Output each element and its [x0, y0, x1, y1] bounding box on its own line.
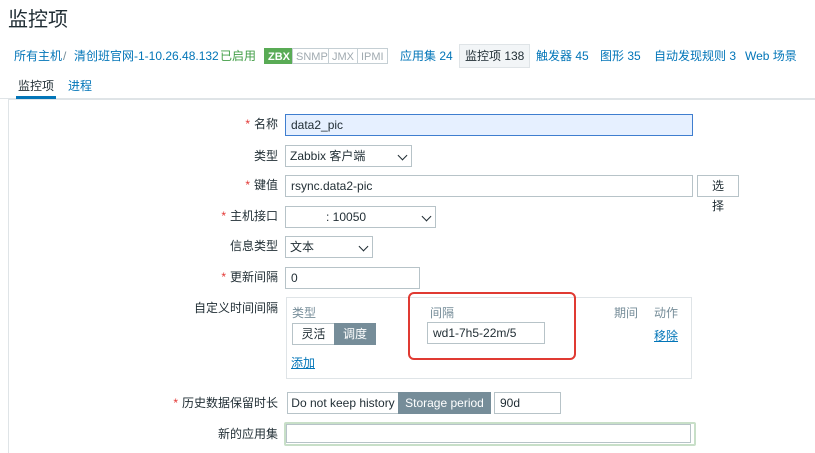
col-period-header: 期间 — [614, 306, 639, 320]
type-flexible-toggle[interactable]: 灵活 — [292, 323, 335, 345]
breadcrumb-separator: / — [63, 49, 67, 63]
interface-label: * 主机接口 — [221, 209, 278, 223]
nav-graphs[interactable]: 图形 35 — [600, 46, 641, 66]
update-interval-input[interactable]: 0 — [285, 267, 420, 289]
name-label: * 名称 — [245, 117, 278, 131]
type-label: 类型 — [253, 149, 278, 163]
history-label: * 历史数据保留时长 — [173, 396, 278, 410]
history-value-input[interactable]: 90d — [494, 392, 561, 414]
type-select-value: Zabbix 客户端 — [290, 149, 366, 163]
select-key-button[interactable]: 选择 — [697, 175, 739, 213]
col-type-header: 类型 — [292, 306, 317, 320]
history-no-keep-toggle[interactable]: Do not keep history — [287, 392, 399, 414]
update-interval-label: * 更新间隔 — [221, 270, 278, 284]
interface-select-value: : 10050 — [326, 210, 367, 224]
nav-items-active[interactable]: 监控项 138 — [459, 44, 531, 68]
col-action-header: 动作 — [654, 306, 679, 320]
info-type-select-value: 文本 — [290, 240, 315, 254]
nav-discovery-rules[interactable]: 自动发现规则 3 — [654, 46, 736, 66]
zbx-badge: ZBX — [264, 48, 294, 64]
new-app-label: 新的应用集 — [217, 427, 278, 441]
host-status-enabled[interactable]: 已启用 — [220, 46, 256, 66]
type-scheduling-toggle[interactable]: 调度 — [334, 323, 376, 345]
add-interval-link[interactable]: 添加 — [291, 354, 315, 371]
jmx-badge: JMX — [328, 48, 358, 64]
chevron-down-icon — [358, 241, 369, 252]
info-type-select[interactable]: 文本 — [285, 236, 373, 258]
name-input[interactable]: data2_pic — [285, 114, 693, 136]
key-label: * 键值 — [245, 178, 278, 192]
annotation-highlight-box — [408, 292, 576, 360]
type-select[interactable]: Zabbix 客户端 — [285, 145, 412, 167]
tab-bar — [0, 70, 815, 99]
key-input[interactable]: rsync.data2-pic — [285, 175, 693, 197]
remove-interval-link[interactable]: 移除 — [654, 327, 678, 344]
nav-triggers[interactable]: 触发器 45 — [536, 46, 589, 66]
page-title: 监控项 — [8, 9, 68, 31]
history-storage-period-toggle[interactable]: Storage period — [398, 392, 491, 414]
ipmi-badge: IPMI — [357, 48, 388, 64]
info-type-label: 信息类型 — [229, 239, 278, 253]
snmp-badge: SNMP — [292, 48, 332, 64]
tab-process[interactable]: 进程 — [68, 76, 92, 96]
chevron-down-icon — [397, 150, 408, 161]
custom-intervals-label: 自定义时间间隔 — [193, 301, 278, 315]
tab-item[interactable]: 监控项 — [16, 76, 57, 99]
nav-applications[interactable]: 应用集 24 — [400, 46, 453, 66]
nav-web-scenarios[interactable]: Web 场景 — [745, 46, 797, 66]
breadcrumb-all-hosts[interactable]: 所有主机 — [14, 46, 62, 66]
new-app-input[interactable] — [286, 424, 691, 443]
interface-select[interactable]: : 10050 — [285, 206, 436, 228]
chevron-down-icon — [421, 211, 432, 222]
breadcrumb-host[interactable]: 清创班官网-1-10.26.48.132 — [74, 46, 219, 66]
